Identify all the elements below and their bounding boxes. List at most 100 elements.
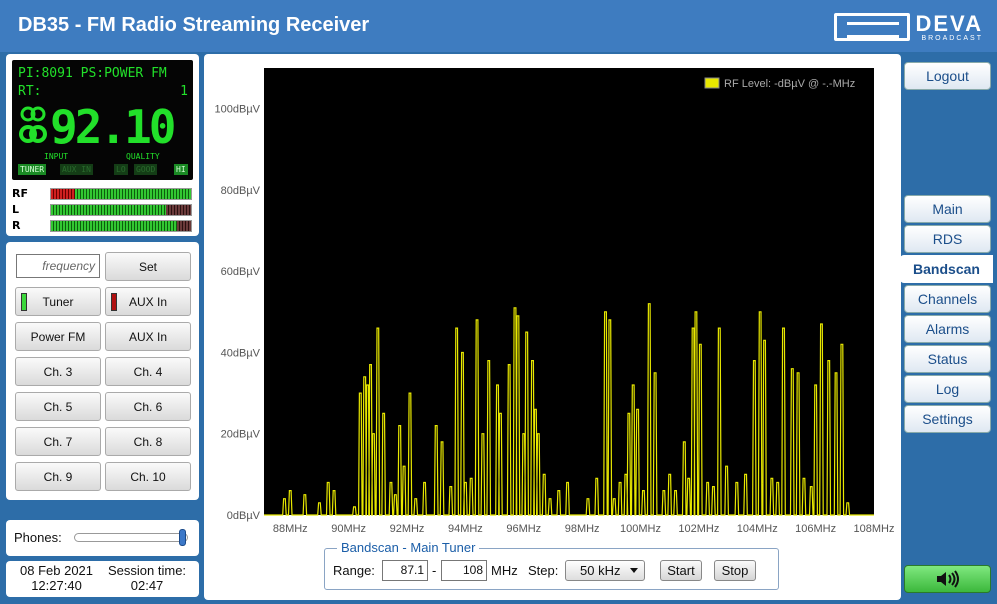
- indicator-lo: LO: [114, 164, 128, 175]
- start-button[interactable]: Start: [660, 560, 702, 581]
- tuner-label: Tuner: [42, 294, 74, 309]
- lcd-frequency: 92.10: [50, 100, 176, 154]
- aux-in-button[interactable]: AUX In: [105, 287, 191, 316]
- channel-button-10[interactable]: Ch. 10: [105, 462, 191, 491]
- tuner-button[interactable]: Tuner: [15, 287, 101, 316]
- y-tick-label: 20dBµV: [221, 429, 261, 441]
- indicator-tuner: TUNER: [18, 164, 47, 175]
- x-tick-label: 108MHz: [854, 523, 895, 535]
- frequency-input[interactable]: frequency: [16, 254, 100, 278]
- channel-button-7[interactable]: Ch. 7: [15, 427, 101, 456]
- x-tick-label: 96MHz: [506, 523, 541, 535]
- input-label: INPUT: [44, 152, 69, 161]
- bandscan-chart: 0dBµV 20dBµV 40dBµV 60dBµV 80dBµV 100dBµV 88M…: [215, 68, 895, 535]
- logo-text: DEVA: [915, 10, 983, 36]
- ps-label: PS:: [80, 66, 105, 81]
- rt-value: 1: [180, 84, 188, 99]
- channel-button-1[interactable]: Power FM: [15, 322, 101, 351]
- current-date: 08 Feb 2021: [20, 563, 94, 578]
- lcd-rt-line: RT: 1: [18, 84, 188, 99]
- nav-rds[interactable]: RDS: [904, 225, 991, 253]
- nav-status[interactable]: Status: [904, 345, 991, 373]
- x-tick-label: 98MHz: [565, 523, 600, 535]
- aux-label: AUX In: [128, 294, 167, 309]
- range-from-input[interactable]: 87.1: [382, 560, 428, 581]
- pi-label: PI:: [18, 66, 42, 81]
- phones-volume-slider[interactable]: [74, 529, 188, 546]
- x-tick-label: 90MHz: [331, 523, 366, 535]
- slider-thumb[interactable]: [179, 529, 186, 546]
- set-button[interactable]: Set: [105, 252, 191, 281]
- channel-button-6[interactable]: Ch. 6: [105, 392, 191, 421]
- lcd-display: PI:8091 PS:POWER FM RT: 1 92.10 INPUT QU…: [12, 60, 193, 180]
- logout-button[interactable]: Logout: [904, 62, 991, 90]
- stop-button[interactable]: Stop: [714, 560, 756, 581]
- x-tick-label: 106MHz: [795, 523, 836, 535]
- phones-panel: Phones:: [6, 520, 199, 556]
- meter-label-l: L: [12, 203, 20, 216]
- channel-button-5[interactable]: Ch. 5: [15, 392, 101, 421]
- channel-button-2[interactable]: AUX In: [105, 322, 191, 351]
- lcd-pi-ps-line: PI:8091 PS:POWER FM: [18, 66, 167, 81]
- chevron-down-icon: [630, 568, 638, 573]
- speaker-icon: [936, 570, 959, 588]
- y-tick-label: 60dBµV: [221, 266, 261, 278]
- y-tick-label: 0dBµV: [227, 510, 261, 522]
- nav-main[interactable]: Main: [904, 195, 991, 223]
- pi-value: 8091: [41, 66, 73, 81]
- x-tick-label: 92MHz: [390, 523, 425, 535]
- session-label: Session time:: [108, 563, 187, 578]
- x-tick-label: 88MHz: [273, 523, 308, 535]
- rt-label: RT:: [18, 84, 42, 99]
- legend-text: RF Level: -dBµV @ -.-MHz: [724, 78, 855, 90]
- audio-button[interactable]: [904, 565, 991, 593]
- bandscan-legend: Bandscan - Main Tuner: [337, 540, 480, 555]
- nav-settings[interactable]: Settings: [904, 405, 991, 433]
- legend-swatch: [704, 77, 720, 89]
- nav-alarms[interactable]: Alarms: [904, 315, 991, 343]
- session-time: 02:47: [130, 578, 164, 593]
- step-label: Step:: [528, 563, 559, 578]
- phones-label: Phones:: [14, 530, 62, 545]
- header-bar: DB35 - FM Radio Streaming Receiver DEVA …: [0, 0, 997, 52]
- indicator-good: GOOD: [134, 164, 158, 175]
- aux-led-icon: [111, 293, 117, 311]
- x-tick-label: 100MHz: [620, 523, 661, 535]
- meter-right: R: [12, 217, 193, 233]
- deva-logo: DEVA BROADCAST: [833, 10, 984, 42]
- x-tick-label: 94MHz: [448, 523, 483, 535]
- meter-label-r: R: [12, 219, 21, 232]
- step-value: 50 kHz: [580, 563, 621, 578]
- logo-subtext: BROADCAST: [921, 34, 983, 42]
- range-label: Range:: [333, 563, 375, 578]
- y-tick-label: 40dBµV: [221, 347, 261, 359]
- nav-bandscan[interactable]: Bandscan: [900, 255, 993, 283]
- nav-channels[interactable]: Channels: [904, 285, 991, 313]
- status-panel: PI:8091 PS:POWER FM RT: 1 92.10 INPUT QU…: [6, 54, 199, 236]
- bandscan-chart-panel: 0dBµV 20dBµV 40dBµV 60dBµV 80dBµV 100dBµV 88M…: [204, 54, 901, 600]
- step-select[interactable]: 50 kHz: [565, 560, 645, 581]
- stereo-icon: [19, 106, 47, 143]
- meter-label-rf: RF: [12, 187, 28, 200]
- chart-legend: RF Level: -dBµV @ -.-MHz: [704, 77, 855, 90]
- bandscan-fieldset: Bandscan - Main Tuner Range: 87.1 - 108 …: [324, 540, 779, 590]
- tuner-led-icon: [21, 293, 27, 311]
- y-tick-label: 100dBµV: [215, 104, 261, 116]
- meter-left: L: [12, 201, 193, 217]
- control-panel: frequency Set Tuner AUX In Power FM AUX …: [6, 242, 199, 500]
- range-to-input[interactable]: 108: [441, 560, 487, 581]
- indicator-hi: HI: [174, 164, 188, 175]
- level-meters: RF L R: [12, 185, 193, 233]
- range-separator: -: [432, 563, 437, 578]
- date-panel: 08 Feb 2021 12:27:40 Session time: 02:47: [6, 561, 199, 597]
- quality-label: QUALITY: [126, 152, 160, 161]
- channel-button-4[interactable]: Ch. 4: [105, 357, 191, 386]
- y-tick-label: 80dBµV: [221, 185, 261, 197]
- channel-button-9[interactable]: Ch. 9: [15, 462, 101, 491]
- nav-log[interactable]: Log: [904, 375, 991, 403]
- channel-button-8[interactable]: Ch. 8: [105, 427, 191, 456]
- range-unit: MHz: [491, 563, 518, 578]
- indicator-aux-in: AUX IN: [60, 164, 93, 175]
- app-title: DB35 - FM Radio Streaming Receiver: [18, 14, 370, 36]
- channel-button-3[interactable]: Ch. 3: [15, 357, 101, 386]
